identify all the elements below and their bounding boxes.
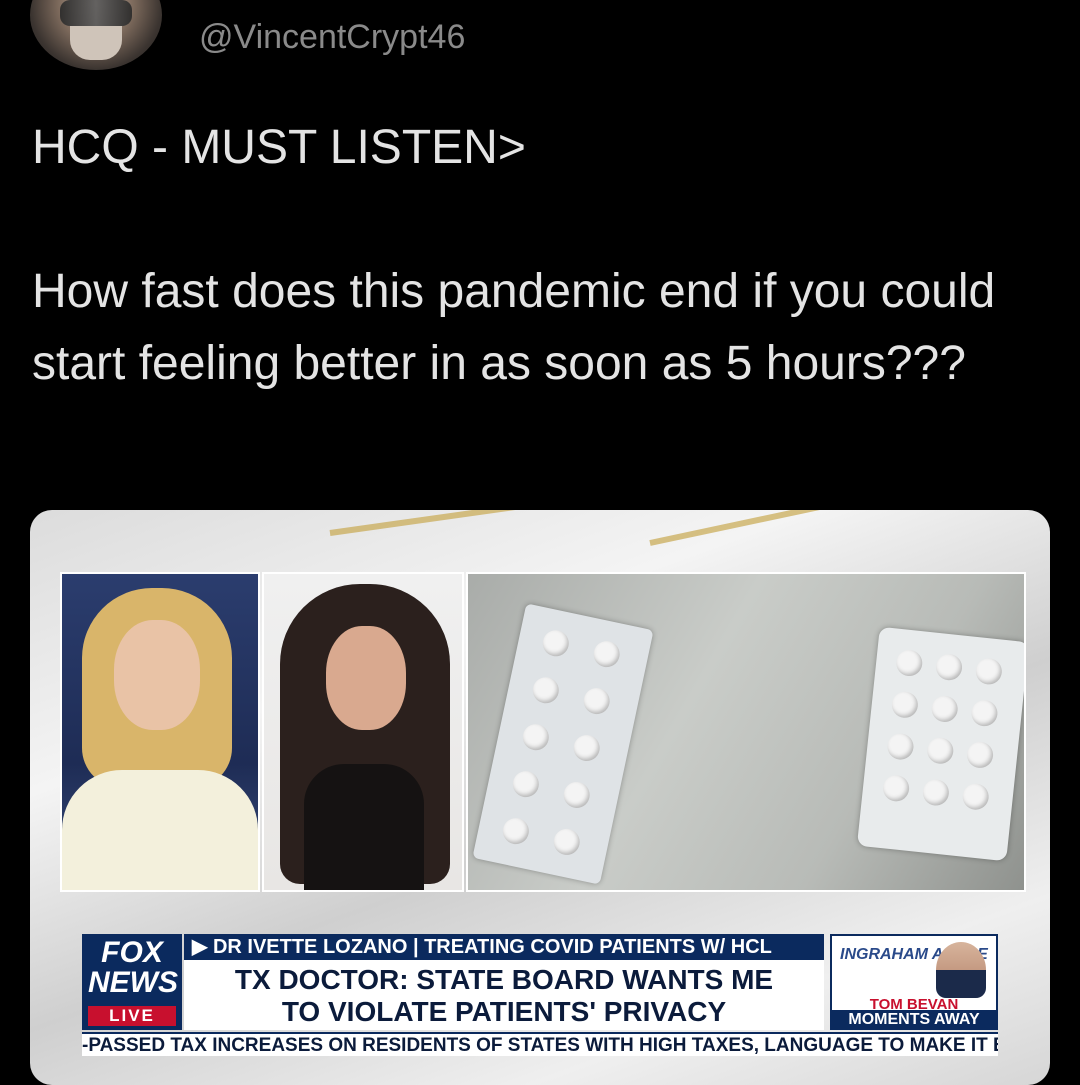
headline-line2: TO VIOLATE PATIENTS' PRIVACY [281, 996, 727, 1027]
bg-streak [329, 510, 588, 536]
user-handle[interactable]: @VincentCrypt46 [199, 18, 465, 57]
pill [881, 774, 911, 803]
guest-thumbnail [936, 942, 986, 998]
chyron-headline: TX DOCTOR: STATE BOARD WANTS ME TO VIOLA… [184, 960, 824, 1030]
upnext-status: MOMENTS AWAY [832, 1010, 996, 1030]
pill-pack-left [472, 603, 654, 885]
tweet-text: HCQ - MUST LISTEN> How fast does this pa… [32, 112, 1062, 400]
host-body [62, 770, 258, 890]
news-chyron: FOX NEWS LIVE ▶ DR IVETTE LOZANO | TREAT… [82, 934, 998, 1030]
pill [934, 652, 964, 682]
pill [886, 732, 915, 761]
live-badge: LIVE [88, 1006, 176, 1026]
video-panel-host [60, 572, 260, 892]
fox-news-logo: FOX NEWS LIVE [82, 934, 182, 1030]
pill [974, 657, 1004, 686]
pill [961, 782, 990, 811]
pill [591, 638, 623, 670]
host-face [114, 620, 200, 730]
pill [500, 815, 532, 847]
pill [551, 826, 583, 858]
user-avatar[interactable] [30, 0, 162, 70]
video-panel-pills [466, 572, 1026, 892]
pill [930, 694, 959, 724]
tweet-body: How fast does this pandemic end if you c… [32, 265, 996, 390]
pill-pack-right [856, 626, 1024, 862]
news-ticker: -PASSED TAX INCREASES ON RESIDENTS OF ST… [82, 1032, 998, 1056]
pill [965, 740, 995, 770]
pill [530, 674, 562, 706]
pill [571, 732, 603, 764]
pill [520, 721, 552, 753]
avatar-visor [60, 0, 132, 26]
pill [890, 690, 920, 720]
pill [510, 768, 542, 800]
chyron-topbar: ▶ DR IVETTE LOZANO | TREATING COVID PATI… [184, 934, 824, 960]
pill [925, 736, 955, 766]
bg-streak [649, 510, 847, 546]
tweet-spacer [32, 184, 1062, 256]
logo-line2: NEWS [88, 966, 178, 999]
pill [894, 648, 924, 678]
video-panel-guest [262, 572, 464, 892]
tweet-media[interactable]: FOX NEWS LIVE ▶ DR IVETTE LOZANO | TREAT… [30, 510, 1050, 1085]
pill [561, 779, 593, 811]
show-promo: INGRAHAM ANGLE TOM BEVAN MOMENTS AWAY [830, 934, 998, 1030]
pill [540, 627, 572, 659]
pill [921, 778, 951, 807]
pill [581, 685, 613, 717]
pill [970, 698, 999, 728]
logo-line1: FOX [101, 936, 163, 969]
guest-body [304, 764, 424, 890]
tweet-line1: HCQ - MUST LISTEN> [32, 121, 526, 174]
avatar-mask [70, 26, 122, 60]
headline-line1: TX DOCTOR: STATE BOARD WANTS ME [234, 964, 774, 995]
guest-face [326, 626, 406, 730]
